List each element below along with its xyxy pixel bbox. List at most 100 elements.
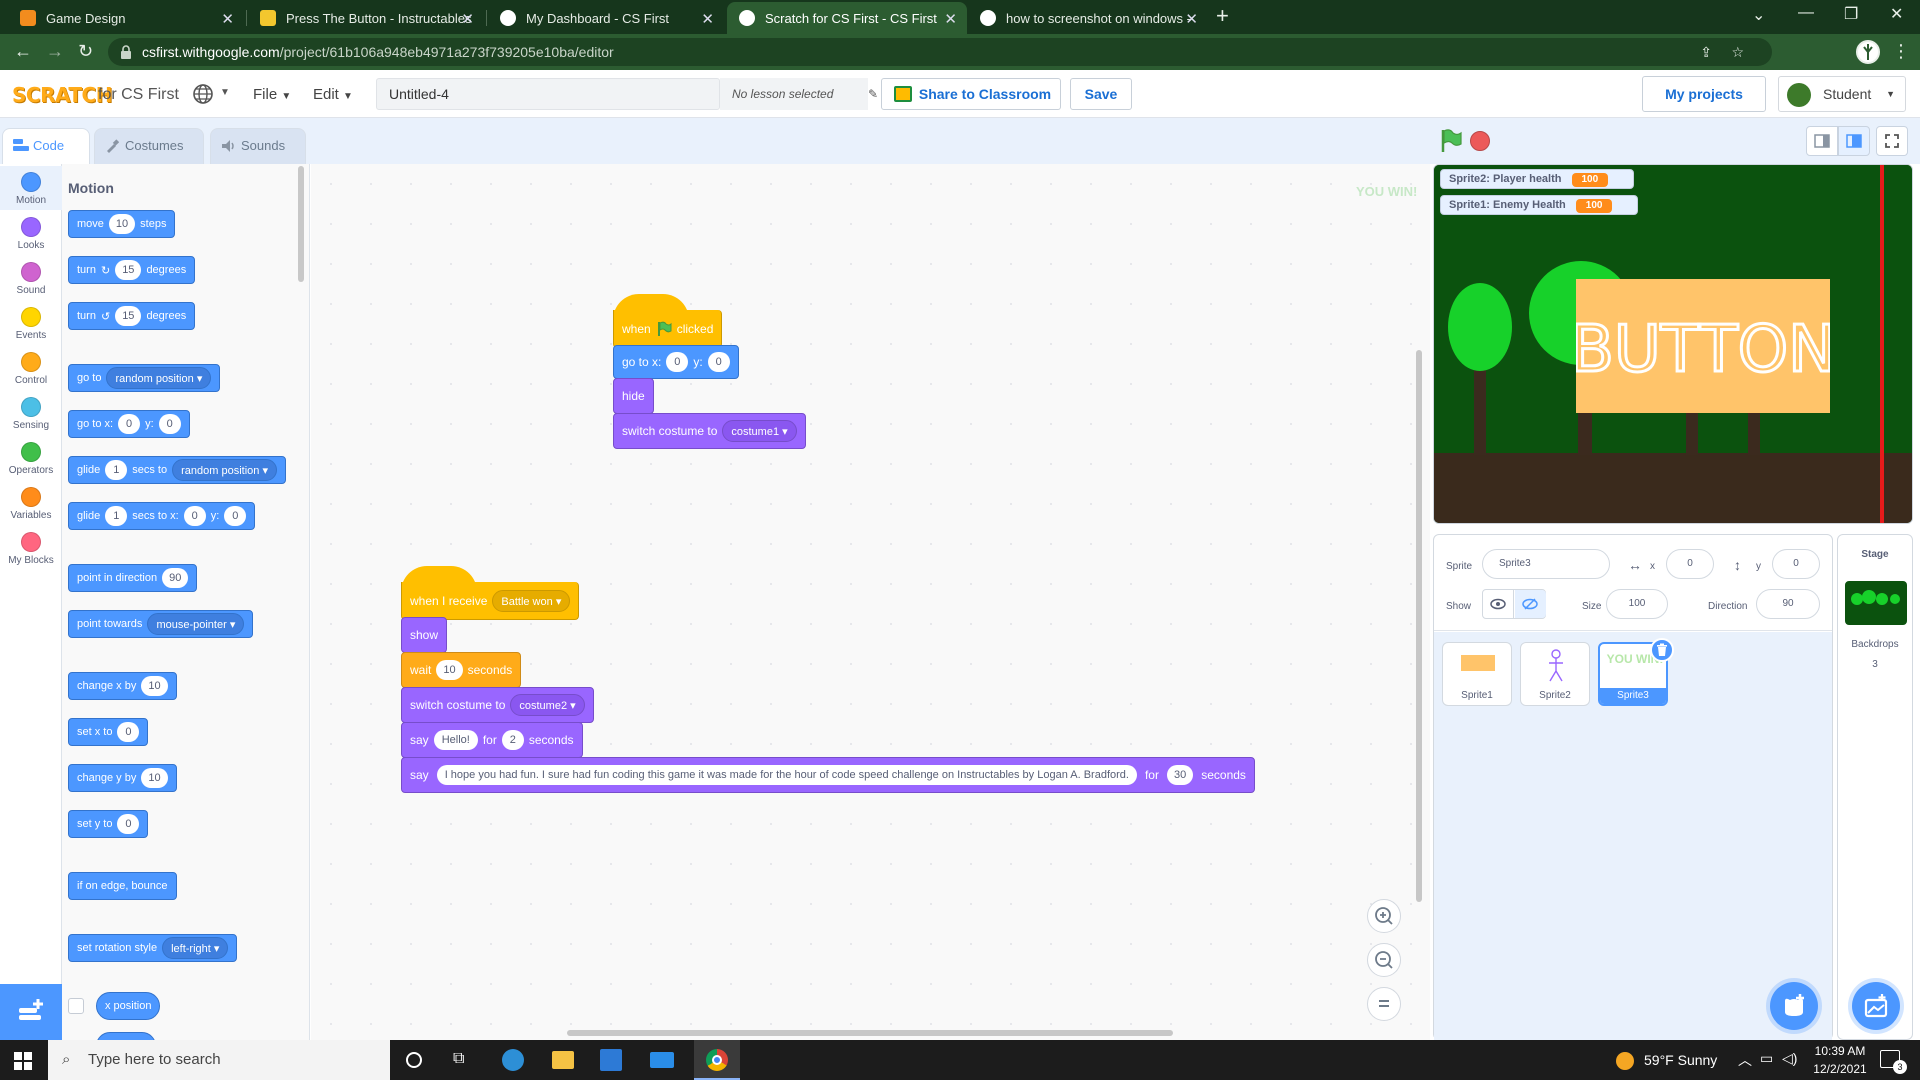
close-icon[interactable]: ✕ [461,10,474,28]
windows-start-icon[interactable] [14,1052,32,1070]
browser-tab-scratch-active[interactable]: Scratch for CS First - CS First ✕ [727,2,967,34]
project-title-input[interactable]: Untitled-4 [376,78,720,110]
block-input[interactable]: 0 [224,506,247,526]
browser-tab-game-design[interactable]: Game Design ✕ [8,2,244,34]
fullscreen-icon[interactable] [1876,126,1908,156]
block-wait[interactable]: wait 10 seconds [401,652,522,688]
block-input[interactable]: 10 [436,660,463,680]
block-input[interactable]: I hope you had fun. I sure had fun codin… [436,765,1137,785]
file-explorer-icon[interactable] [552,1051,574,1069]
category-operators[interactable]: Operators [0,436,62,480]
restore-icon[interactable]: ❐ [1844,4,1858,24]
url-field[interactable]: csfirst.withgoogle.com/project/61b106a94… [108,38,1772,66]
stop-icon[interactable] [1470,131,1490,151]
edit-menu[interactable]: Edit ▼ [313,86,353,103]
choose-sprite-button[interactable] [1770,982,1818,1030]
cortana-icon[interactable] [406,1052,422,1068]
new-tab-plus-icon[interactable]: + [1216,3,1229,29]
x-position-checkbox[interactable] [68,998,84,1014]
large-stage-button[interactable] [1838,126,1870,156]
block-input[interactable]: Hello! [433,730,478,750]
choose-backdrop-button[interactable] [1852,982,1900,1030]
minimize-icon[interactable]: — [1798,4,1814,22]
block-turn-right[interactable]: turn ↻ 15 degrees [68,256,196,284]
block-dropdown[interactable]: random position ▾ [106,367,212,389]
add-extension-button[interactable] [0,984,62,1040]
user-menu[interactable]: Student ▼ [1778,76,1906,112]
bookmark-star-icon[interactable]: ☆ [1731,38,1744,66]
block-input[interactable]: 10 [108,214,136,234]
reporter-partial[interactable] [96,1032,156,1040]
category-my-blocks[interactable]: My Blocks [0,526,62,570]
block-input[interactable]: 0 [117,814,140,834]
block-set-rotation-style[interactable]: set rotation style left-right ▾ [68,934,238,962]
block-move-steps[interactable]: move 10 steps [68,210,176,238]
hide-eye-slash-icon[interactable] [1515,590,1546,618]
block-when-i-receive[interactable]: when I receive Battle won ▾ [401,582,580,620]
task-view-icon[interactable]: ⧉ [453,1050,464,1068]
block-input[interactable]: 90 [162,568,189,588]
show-eye-icon[interactable] [1483,590,1514,618]
scratch-logo[interactable]: SCRATCH [12,83,112,107]
tab-sounds[interactable]: Sounds [210,128,306,164]
browser-tab-dashboard[interactable]: My Dashboard - CS First ✕ [488,2,724,34]
close-icon[interactable]: ✕ [701,10,714,28]
clock-time[interactable]: 10:39 AM [1808,1044,1872,1058]
block-dropdown[interactable]: costume2 ▾ [510,694,585,716]
stage-canvas[interactable]: BUTTON Sprite2: Player health 100 Sprite1… [1433,164,1913,524]
small-stage-button[interactable] [1806,126,1838,156]
close-icon[interactable]: ✕ [944,10,957,28]
block-input[interactable]: 15 [115,260,142,280]
tab-search-chevron-icon[interactable]: ⌄ [1752,5,1765,25]
block-switch-costume[interactable]: switch costume to costume2 ▾ [401,687,594,723]
browser-menu-icon[interactable]: ⋮ [1892,41,1910,62]
clock-date[interactable]: 12/2/2021 [1808,1062,1872,1076]
zoom-out-button[interactable] [1367,943,1401,977]
block-input[interactable]: 0 [183,506,206,526]
block-input[interactable]: 1 [105,506,128,526]
block-hide[interactable]: hide [613,378,654,414]
block-say-for-secs[interactable]: say Hello! for 2 seconds [401,722,583,758]
tab-costumes[interactable]: Costumes [94,128,204,164]
mail-icon[interactable] [650,1052,674,1068]
stage-selector-pane[interactable]: Stage Backdrops 3 [1837,534,1913,1040]
x-input[interactable]: 0 [1666,549,1714,579]
language-globe-icon[interactable] [192,83,214,105]
block-show[interactable]: show [401,617,448,653]
weather-text[interactable]: 59°F Sunny [1644,1052,1717,1068]
window-close-icon[interactable]: ✕ [1890,4,1903,24]
edge-browser-icon[interactable] [502,1049,524,1071]
block-dropdown[interactable]: left-right ▾ [162,937,229,959]
block-input[interactable]: 0 [118,414,141,434]
browser-tab-press-the-button[interactable]: Press The Button - Instructables ✕ [248,2,484,34]
taskbar-search-input[interactable]: ⌕ Type here to search [48,1040,390,1080]
category-sensing[interactable]: Sensing [0,391,62,435]
category-motion[interactable]: Motion [0,166,62,210]
block-dropdown[interactable]: random position ▾ [172,459,277,481]
share-page-icon[interactable]: ⇪ [1700,38,1712,66]
block-point-in-direction[interactable]: point in direction 90 [68,564,198,592]
block-go-to[interactable]: go to random position ▾ [68,364,221,392]
size-input[interactable]: 100 [1606,589,1668,619]
block-change-y[interactable]: change y by 10 [68,764,177,792]
block-go-to-xy[interactable]: go to x: 0 y: 0 [68,410,190,438]
category-control[interactable]: Control [0,346,62,390]
lesson-selector[interactable]: No lesson selected ✎ [720,78,878,110]
block-input[interactable]: 10 [141,768,168,788]
block-input[interactable]: 10 [141,676,168,696]
y-input[interactable]: 0 [1772,549,1820,579]
palette-scrollbar[interactable] [298,166,304,282]
zoom-in-button[interactable] [1367,899,1401,933]
reporter-x-position[interactable]: x position [96,992,161,1020]
forward-arrow-icon[interactable]: → [46,41,64,62]
block-dropdown[interactable]: Battle won ▾ [492,589,571,612]
sprite-thumb-sprite2[interactable]: Sprite2 [1520,642,1590,706]
share-to-classroom-button[interactable]: Share to Classroom [881,78,1061,110]
block-input[interactable]: 2 [501,730,524,750]
block-input[interactable]: 0 [158,414,181,434]
green-flag-icon[interactable] [1438,128,1464,154]
block-change-x[interactable]: change x by 10 [68,672,177,700]
sprite-name-input[interactable]: Sprite3 [1482,549,1610,579]
block-switch-costume[interactable]: switch costume to costume1 ▾ [613,413,806,449]
block-turn-left[interactable]: turn ↺ 15 degrees [68,302,196,330]
